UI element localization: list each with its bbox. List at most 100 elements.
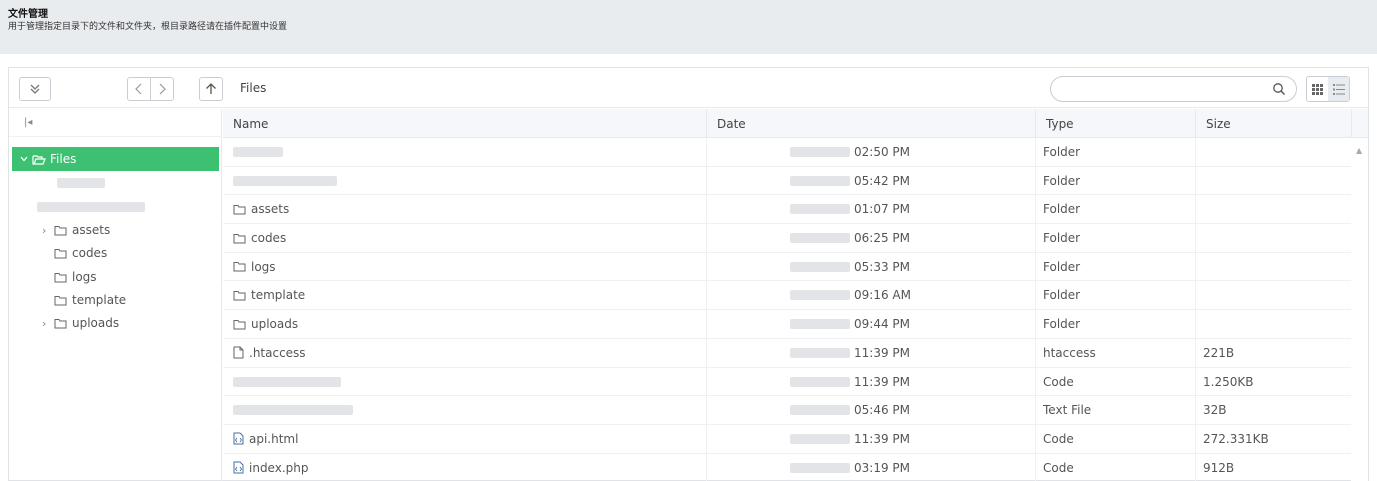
redacted-date bbox=[790, 261, 850, 272]
list-header: Name Date Type Size bbox=[223, 109, 1368, 138]
tree-item-files[interactable]: Files bbox=[12, 147, 219, 171]
column-type[interactable]: Type bbox=[1035, 109, 1195, 138]
code-file-icon bbox=[233, 432, 244, 445]
redacted-date bbox=[790, 233, 850, 244]
column-size[interactable]: Size bbox=[1195, 109, 1351, 138]
folder-icon bbox=[233, 262, 246, 272]
cell-type: Text File bbox=[1043, 403, 1092, 418]
cell-date: 11:39 PM bbox=[790, 368, 910, 396]
collapse-sidebar-icon[interactable]: |◂ bbox=[24, 117, 32, 128]
tree-item-codes[interactable]: codes bbox=[54, 243, 107, 263]
cell-date: 05:33 PM bbox=[790, 253, 910, 281]
search-input[interactable] bbox=[1050, 76, 1297, 102]
cell-type: Folder bbox=[1043, 317, 1081, 332]
back-button[interactable] bbox=[127, 77, 151, 101]
chevron-right-icon[interactable]: › bbox=[42, 224, 54, 237]
folder-icon bbox=[54, 295, 67, 305]
cell-date: 03:19 PM bbox=[790, 454, 910, 481]
file-time: 06:25 PM bbox=[854, 231, 910, 246]
folder-icon bbox=[54, 225, 67, 235]
column-spacer bbox=[1351, 109, 1368, 138]
tree-item-assets[interactable]: › assets bbox=[42, 220, 110, 240]
tree-item-template[interactable]: template bbox=[54, 290, 126, 310]
cell-name: logs bbox=[233, 253, 276, 281]
parent-folder-button[interactable] bbox=[199, 77, 223, 101]
redacted-name bbox=[233, 175, 337, 186]
cell-name: assets bbox=[233, 195, 289, 223]
table-row[interactable]: 05:42 PM Folder bbox=[223, 167, 1351, 196]
chevron-down-icon bbox=[20, 156, 28, 162]
cell-name bbox=[233, 138, 283, 166]
folder-icon bbox=[54, 272, 67, 282]
file-name: index.php bbox=[249, 460, 309, 475]
view-toggle bbox=[1306, 76, 1350, 102]
folder-tree: |◂ Files › assets codes logs template › bbox=[9, 109, 222, 481]
folder-icon bbox=[233, 290, 246, 301]
page-description: 用于管理指定目录下的文件和文件夹，根目录路径请在插件配置中设置 bbox=[8, 22, 288, 32]
cell-date: 11:39 PM bbox=[790, 339, 910, 367]
table-row[interactable]: api.html 11:39 PM Code 272.331KB bbox=[223, 425, 1351, 454]
file-name: uploads bbox=[251, 317, 299, 332]
chevron-right-icon bbox=[159, 83, 166, 95]
forward-button[interactable] bbox=[150, 77, 174, 101]
file-time: 05:33 PM bbox=[854, 259, 910, 274]
tree-item-uploads[interactable]: › uploads bbox=[42, 313, 119, 333]
scroll-up-icon[interactable]: ▲ bbox=[1356, 146, 1362, 155]
tree-item-label: template bbox=[72, 293, 127, 307]
table-row[interactable]: 11:39 PM Code 1.250KB bbox=[223, 368, 1351, 397]
table-row[interactable]: codes 06:25 PM Folder bbox=[223, 224, 1351, 253]
cell-type: Folder bbox=[1043, 259, 1081, 274]
breadcrumb[interactable]: Files bbox=[240, 81, 266, 95]
tree-item-label: logs bbox=[72, 270, 97, 284]
column-date[interactable]: Date bbox=[706, 109, 1035, 138]
grid-view-button[interactable] bbox=[1307, 77, 1328, 101]
column-name[interactable]: Name bbox=[223, 109, 706, 138]
table-row[interactable]: logs 05:33 PM Folder bbox=[223, 253, 1351, 282]
file-rows: 02:50 PM Folder 05:42 PM Folder assets 01:07 … bbox=[223, 138, 1351, 481]
cell-name bbox=[233, 167, 337, 195]
redacted-date bbox=[790, 319, 850, 330]
chevron-right-icon[interactable]: › bbox=[42, 317, 54, 330]
cell-date: 02:50 PM bbox=[790, 138, 910, 166]
cell-type: Folder bbox=[1043, 145, 1081, 159]
redacted-name bbox=[233, 405, 353, 416]
redacted-item bbox=[57, 178, 105, 188]
grid-icon bbox=[1312, 83, 1323, 95]
cell-size: 32B bbox=[1203, 403, 1227, 418]
cell-size: 1.250KB bbox=[1203, 374, 1254, 389]
file-name: .htaccess bbox=[249, 345, 306, 360]
cell-date: 11:39 PM bbox=[790, 425, 910, 453]
cell-name: uploads bbox=[233, 310, 298, 338]
tree-root-label: Files bbox=[50, 152, 77, 166]
table-row[interactable]: index.php 03:19 PM Code 912B bbox=[223, 454, 1351, 481]
table-row[interactable]: 05:46 PM Text File 32B bbox=[223, 396, 1351, 425]
cell-type: Folder bbox=[1043, 173, 1081, 188]
list-view-button[interactable] bbox=[1328, 77, 1349, 101]
cell-name: api.html bbox=[233, 425, 298, 453]
cell-name: index.php bbox=[233, 454, 308, 481]
redacted-name bbox=[233, 376, 341, 387]
folder-icon bbox=[54, 318, 67, 328]
redacted-item bbox=[37, 202, 145, 212]
table-row[interactable]: template 09:16 AM Folder bbox=[223, 281, 1351, 311]
cell-name bbox=[233, 368, 341, 396]
folder-open-icon bbox=[32, 154, 46, 165]
table-row[interactable]: assets 01:07 PM Folder bbox=[223, 195, 1351, 225]
cell-size: 272.331KB bbox=[1203, 431, 1269, 446]
tree-item-logs[interactable]: logs bbox=[54, 267, 97, 287]
cell-type: Folder bbox=[1043, 288, 1081, 303]
tree-item-label: assets bbox=[72, 223, 111, 237]
file-time: 11:39 PM bbox=[854, 345, 910, 360]
table-row[interactable]: .htaccess 11:39 PM htaccess 221B bbox=[223, 339, 1351, 368]
file-icon bbox=[233, 346, 244, 359]
file-time: 09:16 AM bbox=[854, 288, 911, 303]
redacted-date bbox=[790, 376, 850, 387]
table-row[interactable]: 02:50 PM Folder bbox=[223, 138, 1351, 167]
file-time: 11:39 PM bbox=[854, 374, 910, 389]
vertical-scrollbar[interactable]: ▲ bbox=[1351, 138, 1368, 481]
file-time: 05:42 PM bbox=[854, 173, 910, 188]
table-row[interactable]: uploads 09:44 PM Folder bbox=[223, 310, 1351, 339]
cell-type: htaccess bbox=[1043, 345, 1096, 360]
collapse-all-button[interactable] bbox=[19, 77, 51, 101]
file-time: 01:07 PM bbox=[854, 202, 910, 217]
